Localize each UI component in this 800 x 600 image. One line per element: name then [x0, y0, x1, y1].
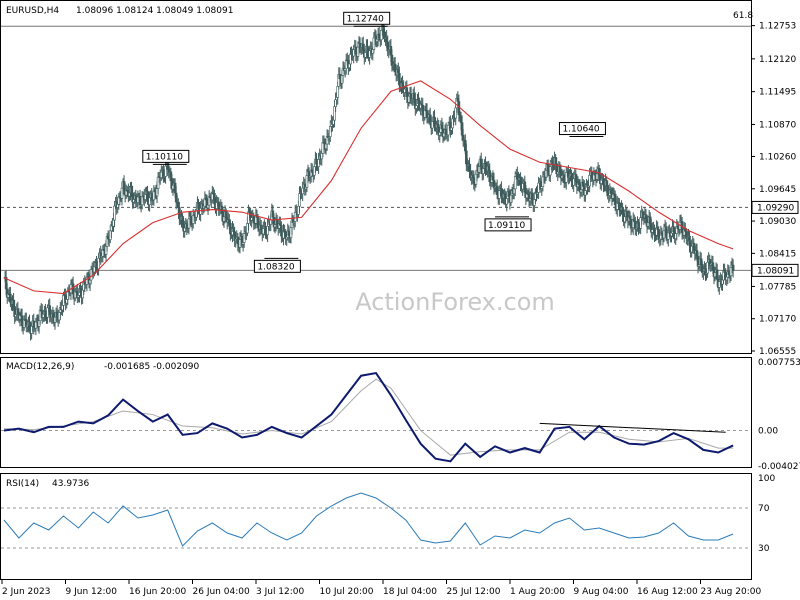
macd-signal-line: [3, 378, 734, 456]
rsi-plot: 100 70 30: [1, 474, 775, 554]
price-level-value: 1.09290: [757, 203, 794, 213]
x-tick-label: 3 Jul 12:00: [256, 587, 305, 597]
x-axis: 2 Jun 2023 9 Jun 12:00 16 Jun 20:00 26 Jun …: [1, 580, 762, 597]
price-tick-label: 1.09030: [759, 217, 796, 227]
chart-root: ActionForex.com EURUSD,H4 1.08096 1.0812…: [0, 0, 800, 597]
fib-level-label: 61.8: [733, 11, 753, 21]
macd-header-values: -0.001685 -0.002090: [104, 362, 200, 372]
x-tick-label: 26 Jun 04:00: [193, 587, 250, 597]
pivot-label: 1.09110: [488, 221, 525, 231]
rsi-line: [3, 492, 734, 547]
x-tick-label: 23 Aug 20:00: [701, 587, 762, 597]
symbol-label: EURUSD,H4: [6, 6, 59, 16]
price-level-value: 1.08091: [757, 266, 794, 276]
price-tick-label: 1.11495: [759, 88, 796, 98]
watermark: ActionForex.com: [355, 288, 555, 316]
price-tick-label: 1.07170: [759, 315, 796, 325]
pivot-label: 1.12740: [347, 14, 384, 24]
macd-tick-label: 0.00: [758, 426, 778, 436]
x-tick-label: 25 Jul 12:00: [447, 587, 501, 597]
price-tick-label: 1.09645: [759, 185, 796, 195]
x-tick-label: 1 Aug 20:00: [510, 587, 565, 597]
macd-tick-label: -0.004027: [758, 462, 800, 472]
rsi-tick-label: 30: [758, 544, 770, 554]
macd-plot: 0.007753 0.00 -0.004027: [1, 358, 800, 472]
x-tick-label: 16 Aug 12:00: [637, 587, 698, 597]
rsi-panel-frame: [0, 473, 752, 580]
x-tick-label: 9 Jun 12:00: [66, 587, 118, 597]
price-tick-label: 1.10260: [759, 152, 796, 162]
macd-title: MACD(12,26,9): [6, 362, 74, 372]
moving-average-line: [3, 80, 734, 295]
price-tick-label: 1.06555: [759, 347, 796, 357]
x-tick-label: 9 Aug 04:00: [574, 587, 629, 597]
rsi-tick-label: 100: [758, 474, 775, 484]
rsi-tick-label: 70: [758, 504, 770, 514]
x-tick-label: 18 Jul 04:00: [383, 587, 437, 597]
macd-line: [3, 371, 734, 463]
candle-body: [731, 264, 735, 271]
pivot-label: 1.08320: [257, 262, 294, 272]
x-tick-label: 16 Jun 20:00: [129, 587, 186, 597]
x-tick-label: 10 Jul 20:00: [320, 587, 374, 597]
rsi-header-value: 43.9736: [52, 479, 89, 489]
price-tick-label: 1.07785: [759, 282, 796, 292]
price-tick-label: 1.12120: [759, 55, 796, 65]
pivot-label: 1.10110: [146, 152, 183, 162]
pivot-label: 1.10640: [562, 125, 599, 135]
x-tick-label: 2 Jun 2023: [2, 587, 50, 597]
macd-tick-label: 0.007753: [758, 358, 800, 368]
rsi-title: RSI(14): [6, 479, 39, 489]
price-tick-label: 1.10870: [759, 120, 796, 130]
price-tick-label: 1.08415: [759, 249, 796, 259]
price-tick-label: 1.12753: [759, 22, 796, 32]
ohlc-values: 1.08096 1.08124 1.08049 1.08091: [76, 6, 233, 16]
